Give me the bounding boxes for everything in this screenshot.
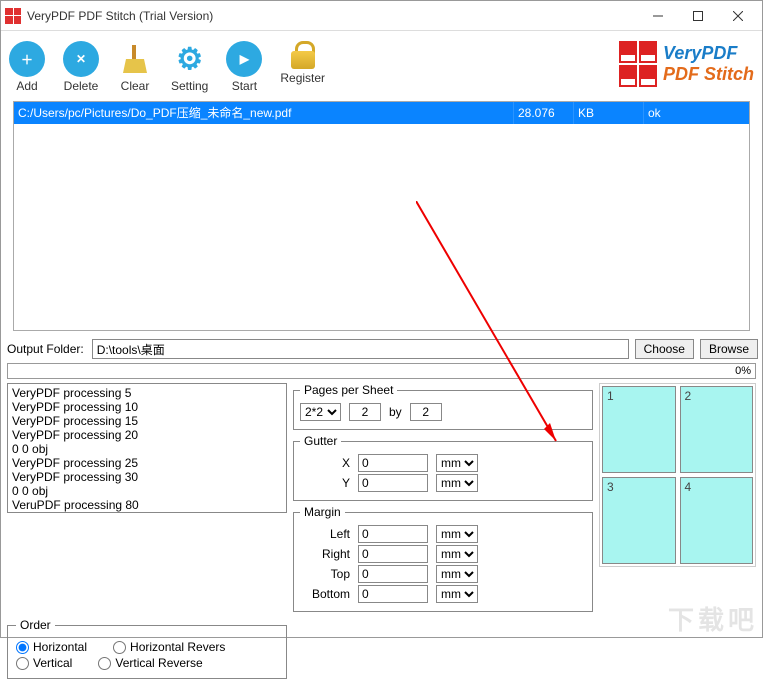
order-horizontal-reverse[interactable]: Horizontal Revers — [113, 640, 225, 654]
preview-cell-1: 1 — [602, 386, 676, 473]
lock-icon — [291, 41, 315, 69]
order-group: Order Horizontal Horizontal Revers Verti… — [7, 618, 287, 679]
margin-right-unit[interactable]: mm — [436, 545, 478, 563]
preview-cell-4: 4 — [680, 477, 754, 564]
choose-button[interactable]: Choose — [635, 339, 694, 359]
margin-bottom-unit[interactable]: mm — [436, 585, 478, 603]
clear-button[interactable]: Clear — [117, 41, 153, 93]
log-box: VeryPDF processing 5 VeryPDF processing … — [7, 383, 287, 513]
margin-top-unit[interactable]: mm — [436, 565, 478, 583]
gutter-x-unit[interactable]: mm — [436, 454, 478, 472]
progress-value: 0% — [735, 364, 751, 378]
margin-bottom-input[interactable] — [358, 585, 428, 603]
window-title: VeryPDF PDF Stitch (Trial Version) — [27, 9, 638, 23]
add-button[interactable]: ＋ Add — [9, 41, 45, 93]
pages-preset-select[interactable]: 2*2 — [300, 403, 341, 421]
output-label: Output Folder: — [5, 342, 86, 356]
gutter-y-unit[interactable]: mm — [436, 474, 478, 492]
margin-right-input[interactable] — [358, 545, 428, 563]
register-label: Register — [280, 71, 325, 85]
browse-button[interactable]: Browse — [700, 339, 758, 359]
x-icon: ✕ — [63, 41, 99, 77]
margin-top-label: Top — [300, 567, 350, 581]
start-button[interactable]: ▶ Start — [226, 41, 262, 93]
output-folder-input[interactable] — [92, 339, 629, 359]
file-path: C:/Users/pc/Pictures/Do_PDF压缩_未命名_new.pd… — [14, 102, 514, 124]
app-icon — [5, 8, 21, 24]
order-hreverse-radio[interactable] — [113, 641, 126, 654]
gutter-x-input[interactable] — [358, 454, 428, 472]
progress-bar: 0% — [7, 363, 756, 379]
start-label: Start — [232, 79, 257, 93]
register-button[interactable]: Register — [280, 41, 325, 85]
margin-legend: Margin — [300, 505, 345, 519]
file-unit: KB — [574, 102, 644, 124]
gutter-x-label: X — [300, 456, 350, 470]
preview-cell-3: 3 — [602, 477, 676, 564]
setting-label: Setting — [171, 79, 208, 93]
gutter-y-input[interactable] — [358, 474, 428, 492]
broom-icon — [117, 41, 153, 77]
margin-right-label: Right — [300, 547, 350, 561]
brand-logo: VeryPDFPDF Stitch — [619, 41, 754, 87]
pages-width — [349, 403, 381, 421]
watermark: 下载吧 — [668, 600, 758, 637]
order-horizontal-radio[interactable] — [16, 641, 29, 654]
margin-top-input[interactable] — [358, 565, 428, 583]
by-label: by — [389, 405, 402, 419]
order-vertical[interactable]: Vertical — [16, 656, 72, 670]
add-label: Add — [16, 79, 37, 93]
output-row: Output Folder: Choose Browse — [5, 339, 758, 359]
preview-grid: 1 2 3 4 — [599, 383, 756, 567]
gutter-y-label: Y — [300, 476, 350, 490]
play-icon: ▶ — [226, 41, 262, 77]
file-list[interactable]: C:/Users/pc/Pictures/Do_PDF压缩_未命名_new.pd… — [13, 101, 750, 331]
gear-icon: ⚙ — [172, 41, 208, 77]
pages-height — [410, 403, 442, 421]
plus-icon: ＋ — [9, 41, 45, 77]
delete-button[interactable]: ✕ Delete — [63, 41, 99, 93]
order-legend: Order — [16, 618, 55, 632]
brand-line2: PDF Stitch — [663, 64, 754, 85]
preview-cell-2: 2 — [680, 386, 754, 473]
margin-left-input[interactable] — [358, 525, 428, 543]
brand-line1: VeryPDF — [663, 43, 754, 64]
margin-left-label: Left — [300, 527, 350, 541]
pages-legend: Pages per Sheet — [300, 383, 397, 397]
setting-button[interactable]: ⚙ Setting — [171, 41, 208, 93]
order-vertical-reverse[interactable]: Vertical Reverse — [98, 656, 202, 670]
margin-left-unit[interactable]: mm — [436, 525, 478, 543]
file-row[interactable]: C:/Users/pc/Pictures/Do_PDF压缩_未命名_new.pd… — [14, 102, 749, 124]
maximize-button[interactable] — [678, 2, 718, 30]
log-text[interactable]: VeryPDF processing 5 VeryPDF processing … — [8, 384, 286, 512]
pdf-pages-icon — [619, 41, 657, 87]
gutter-legend: Gutter — [300, 434, 341, 448]
pages-per-sheet-group: Pages per Sheet 2*2 by — [293, 383, 593, 430]
delete-label: Delete — [64, 79, 99, 93]
file-status: ok — [644, 102, 749, 124]
minimize-button[interactable] — [638, 2, 678, 30]
clear-label: Clear — [121, 79, 150, 93]
toolbar: ＋ Add ✕ Delete Clear ⚙ Setting ▶ Start Regis… — [1, 31, 762, 99]
order-horizontal[interactable]: Horizontal — [16, 640, 87, 654]
titlebar: VeryPDF PDF Stitch (Trial Version) — [1, 1, 762, 31]
file-size: 28.076 — [514, 102, 574, 124]
order-vreverse-radio[interactable] — [98, 657, 111, 670]
gutter-group: Gutter Xmm Ymm — [293, 434, 593, 501]
close-button[interactable] — [718, 2, 758, 30]
order-group-wrap: Order Horizontal Horizontal Revers Verti… — [7, 618, 287, 679]
margin-group: Margin Left mm Right mm Top mm Bottom mm — [293, 505, 593, 612]
order-vertical-radio[interactable] — [16, 657, 29, 670]
margin-bottom-label: Bottom — [300, 587, 350, 601]
